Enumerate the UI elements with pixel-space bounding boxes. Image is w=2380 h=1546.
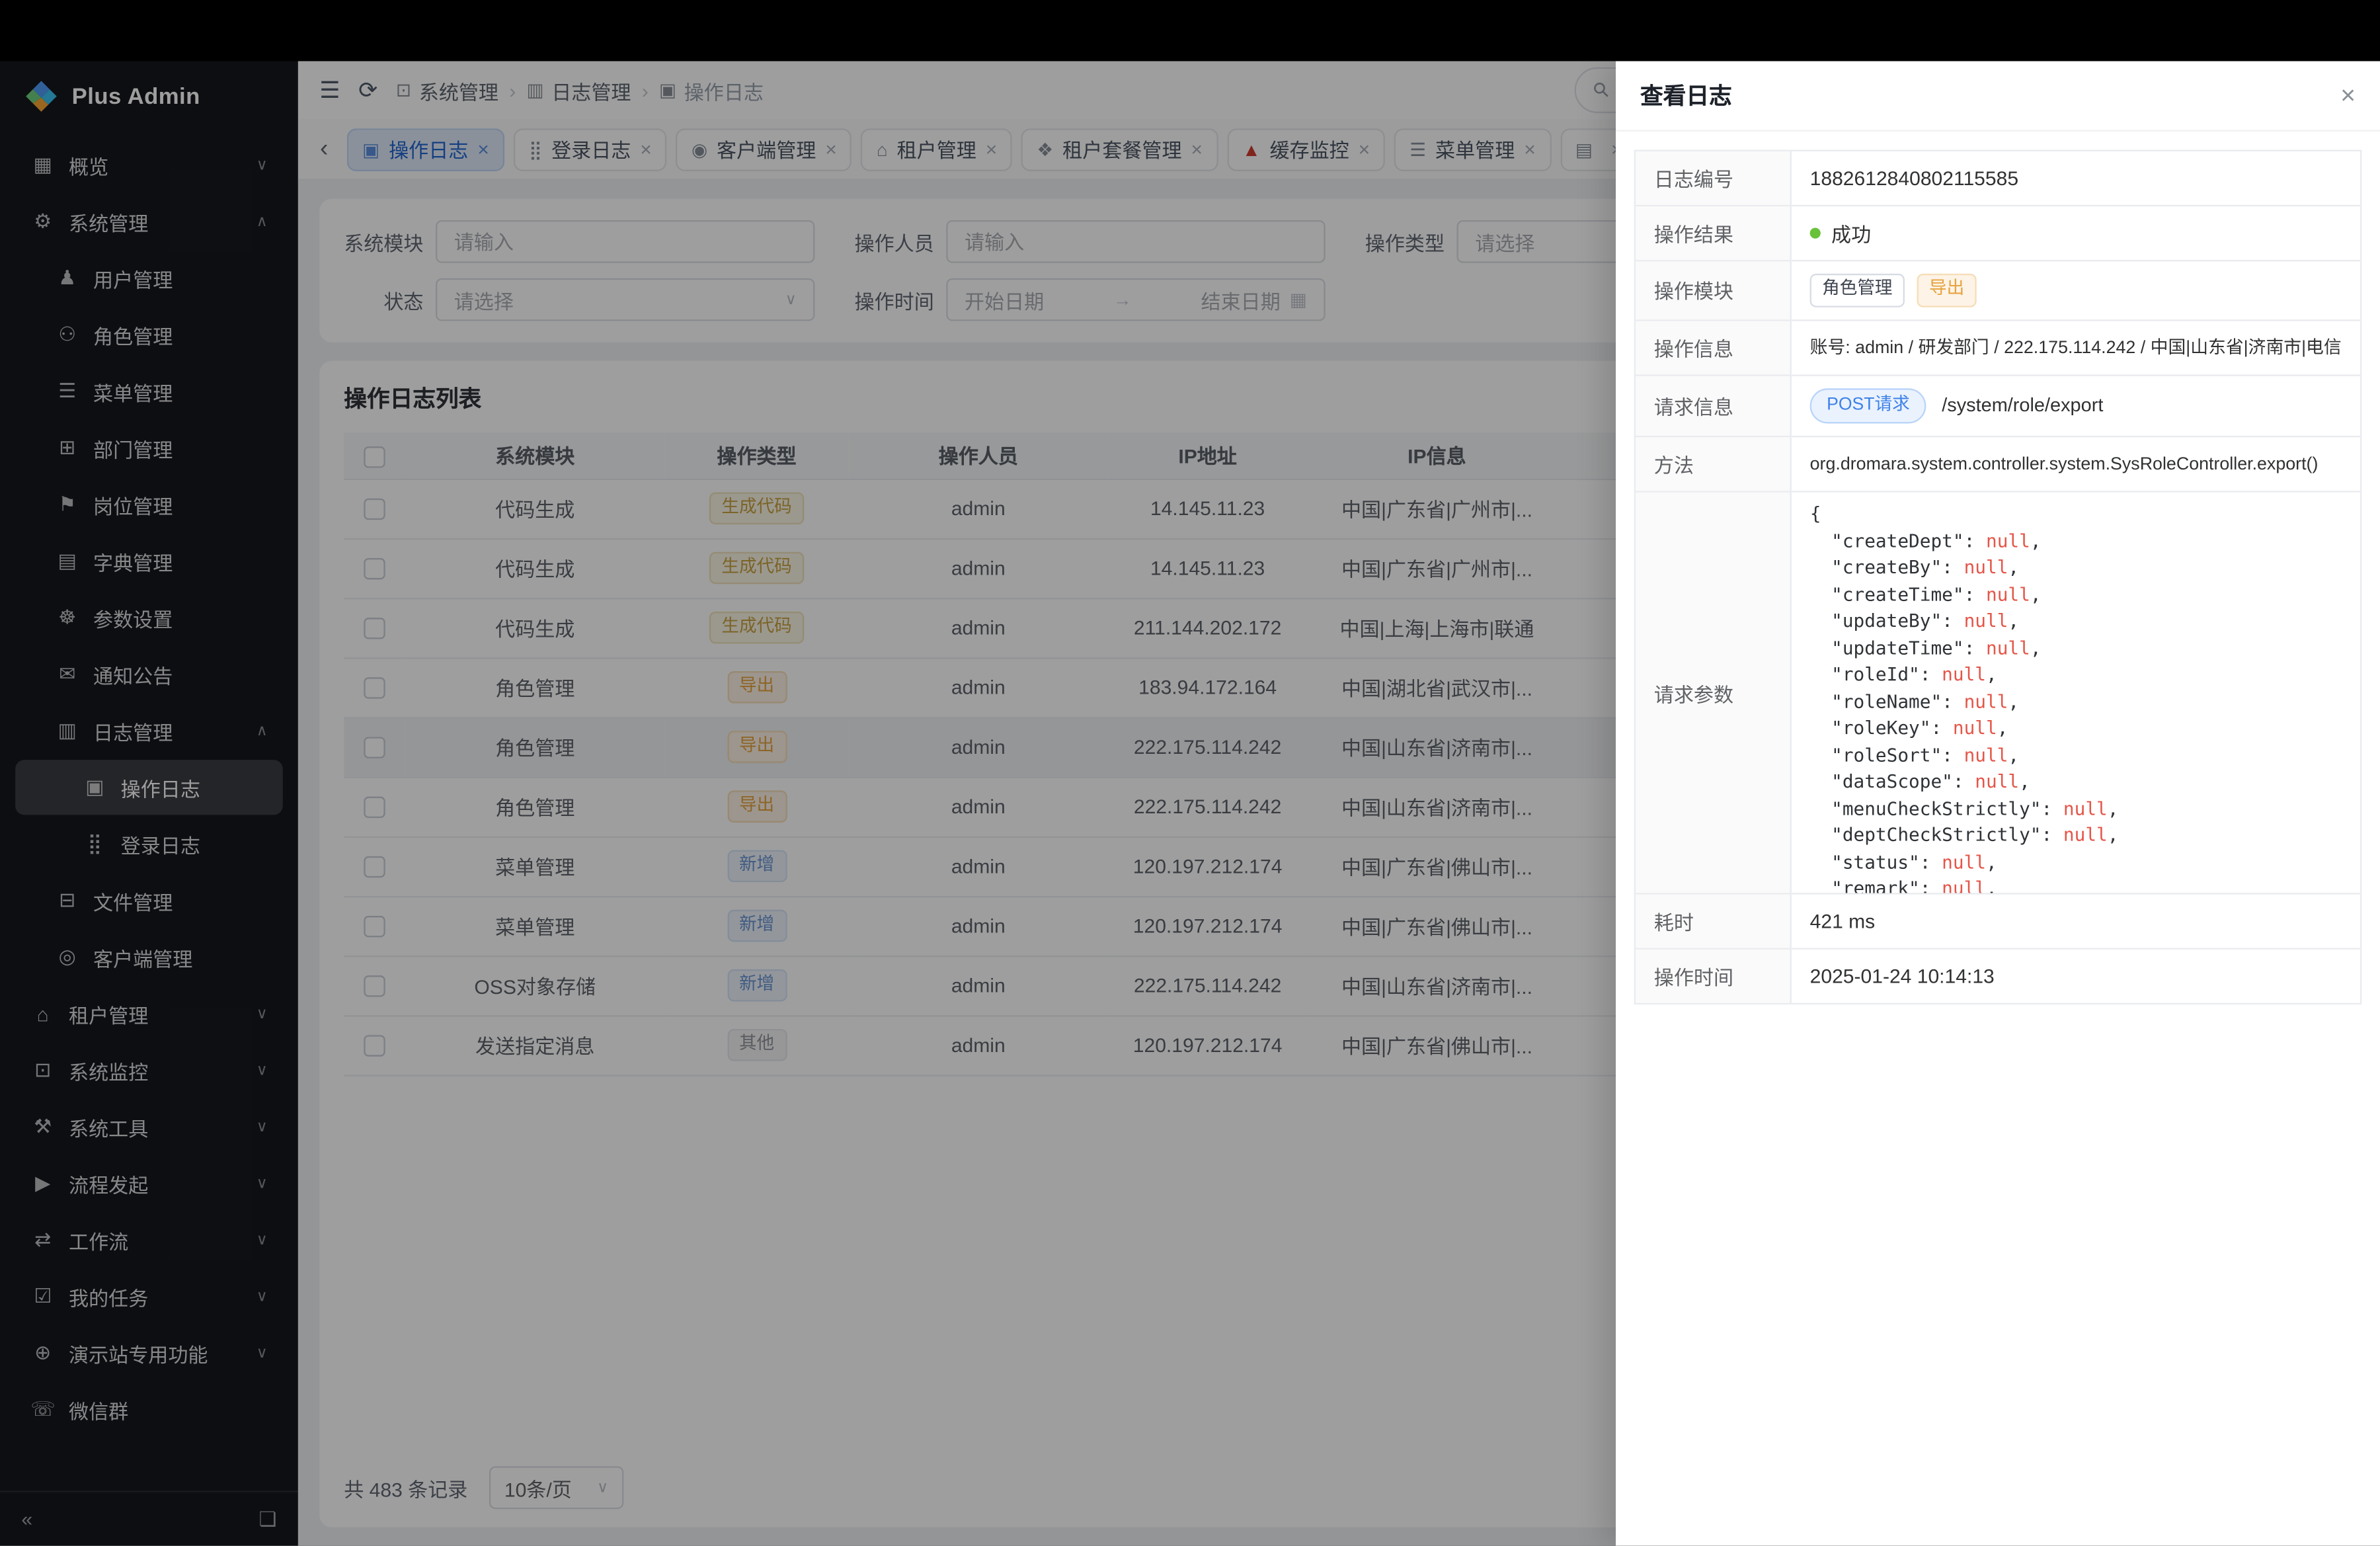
request-info-value: POST请求 /system/role/export <box>1792 376 2360 436</box>
module-value: 角色管理 导出 <box>1792 261 2360 319</box>
params-cell: {"createDept": null,"createBy": null,"cr… <box>1792 493 2360 893</box>
drawer-title: 查看日志 <box>1640 79 1732 112</box>
request-params-code[interactable]: {"createDept": null,"createBy": null,"cr… <box>1792 493 2360 893</box>
module-tag: 角色管理 <box>1810 274 1905 307</box>
detail-row-request: 请求信息 POST请求 /system/role/export <box>1636 376 2360 438</box>
method-value: org.dromara.system.controller.system.Sys… <box>1792 437 2360 491</box>
detail-row-module: 操作模块 角色管理 导出 <box>1636 261 2360 320</box>
drawer-header: 查看日志 × <box>1616 61 2380 131</box>
success-dot-icon <box>1810 228 1821 239</box>
http-method-tag: POST请求 <box>1810 387 1926 423</box>
detail-row-cost: 耗时 421 ms <box>1636 895 2360 950</box>
time-value: 2025-01-24 10:14:13 <box>1792 950 2360 1003</box>
view-log-drawer: 查看日志 × 日志编号 1882612840802115585 操作结果 成功 … <box>1616 61 2380 1546</box>
detail-row-info: 操作信息 账号: admin / 研发部门 / 222.175.114.242 … <box>1636 320 2360 375</box>
cost-value: 421 ms <box>1792 895 2360 948</box>
app-root: Plus Admin ▦ 概览 ∨ ⚙ 系统管理 ∧ ♟ 用户管理 ⚇ 角色管理… <box>0 0 2380 1546</box>
detail-row-params: 请求参数 {"createDept": null,"createBy": nul… <box>1636 493 2360 895</box>
request-url: /system/role/export <box>1942 395 2103 416</box>
log-detail-table: 日志编号 1882612840802115585 操作结果 成功 操作模块 角色… <box>1634 150 2362 1005</box>
close-icon[interactable]: × <box>2340 83 2356 108</box>
drawer-body: 日志编号 1882612840802115585 操作结果 成功 操作模块 角色… <box>1616 132 2380 1546</box>
detail-row-result: 操作结果 成功 <box>1636 206 2360 261</box>
detail-row-time: 操作时间 2025-01-24 10:14:13 <box>1636 950 2360 1003</box>
detail-row-log-id: 日志编号 1882612840802115585 <box>1636 151 2360 206</box>
operation-info-value: 账号: admin / 研发部门 / 222.175.114.242 / 中国|… <box>1792 320 2360 374</box>
log-id-value: 1882612840802115585 <box>1792 151 2360 205</box>
detail-row-method: 方法 org.dromara.system.controller.system.… <box>1636 437 2360 492</box>
result-value: 成功 <box>1792 206 2360 260</box>
op-type-tag: 导出 <box>1917 274 1976 307</box>
